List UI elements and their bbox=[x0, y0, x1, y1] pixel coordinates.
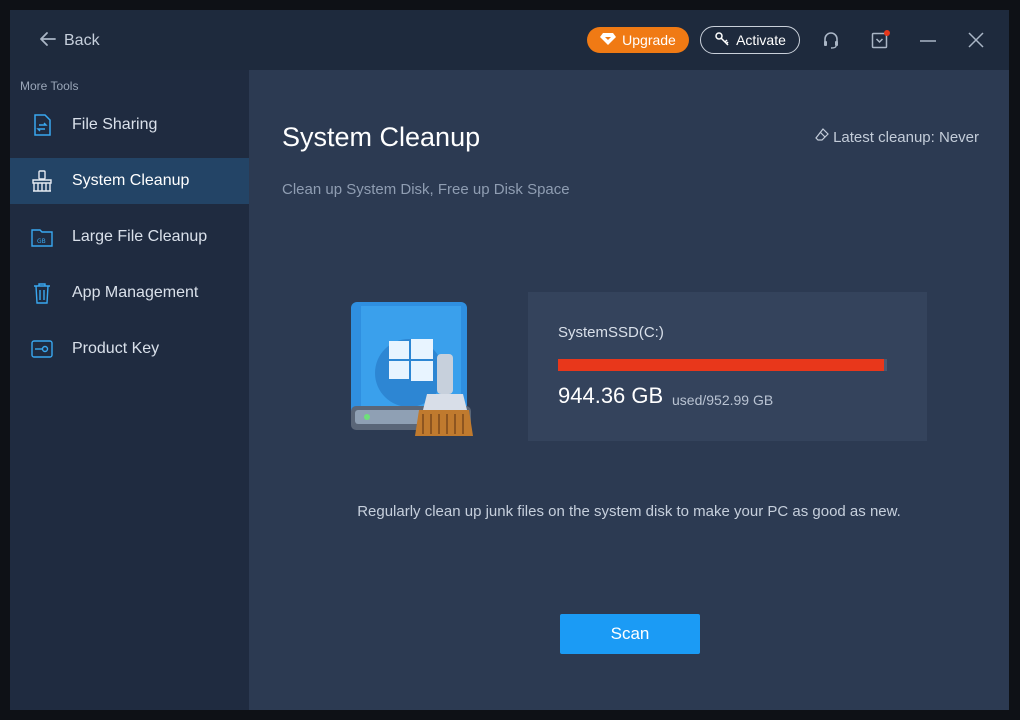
headset-icon[interactable] bbox=[821, 30, 841, 50]
main-panel: System Cleanup Clean up System Disk, Fre… bbox=[249, 70, 1009, 710]
sidebar-item-label: Large File Cleanup bbox=[72, 228, 208, 245]
disk-total-value: used/952.99 GB bbox=[672, 392, 774, 408]
svg-text:GB: GB bbox=[37, 238, 46, 245]
activate-button[interactable]: Activate bbox=[700, 26, 800, 54]
latest-cleanup-label: Latest cleanup: Never bbox=[833, 128, 979, 146]
scan-button[interactable]: Scan bbox=[560, 614, 700, 654]
trash-icon bbox=[30, 281, 54, 305]
sidebar-item-label: App Management bbox=[72, 284, 199, 301]
sidebar-item-label: Product Key bbox=[72, 340, 160, 357]
broom-icon bbox=[30, 169, 54, 193]
sidebar: More Tools File Sharing System Cleanup G… bbox=[10, 70, 249, 710]
sidebar-item-product-key[interactable]: Product Key bbox=[10, 326, 249, 372]
sidebar-item-large-file-cleanup[interactable]: GB Large File Cleanup bbox=[10, 214, 249, 260]
sidebar-item-file-sharing[interactable]: File Sharing bbox=[10, 102, 249, 148]
upgrade-button[interactable]: Upgrade bbox=[587, 27, 689, 53]
close-icon[interactable] bbox=[966, 30, 986, 50]
disk-usage-card: SystemSSD(C:) 944.36 GB used/952.99 GB bbox=[528, 292, 927, 441]
file-sharing-icon bbox=[30, 113, 54, 137]
disk-name: SystemSSD(C:) bbox=[558, 324, 664, 341]
sidebar-section-title: More Tools bbox=[20, 79, 79, 93]
sidebar-item-app-management[interactable]: App Management bbox=[10, 270, 249, 316]
activate-label: Activate bbox=[736, 32, 786, 48]
upgrade-label: Upgrade bbox=[622, 32, 676, 48]
key-icon bbox=[30, 337, 54, 361]
app-window: Back Upgrade Activate More Tools File Sh… bbox=[10, 10, 1009, 710]
disk-cleanup-illustration bbox=[347, 298, 479, 442]
minimize-icon[interactable] bbox=[918, 30, 938, 50]
eraser-icon bbox=[815, 128, 829, 146]
sidebar-item-label: File Sharing bbox=[72, 116, 158, 133]
diamond-icon bbox=[600, 32, 617, 49]
arrow-left-icon bbox=[38, 29, 58, 54]
key-activate-icon bbox=[714, 31, 730, 50]
disk-usage-fill bbox=[558, 359, 885, 371]
download-icon[interactable] bbox=[870, 30, 890, 50]
sidebar-item-system-cleanup[interactable]: System Cleanup bbox=[10, 158, 249, 204]
back-button[interactable]: Back bbox=[38, 28, 100, 54]
disk-usage-bar bbox=[558, 359, 887, 371]
latest-cleanup-status: Latest cleanup: Never bbox=[815, 128, 979, 146]
page-subtitle: Clean up System Disk, Free up Disk Space bbox=[282, 181, 570, 198]
disk-used-value: 944.36 GB bbox=[558, 383, 664, 408]
title-bar: Back Upgrade Activate bbox=[10, 10, 1009, 70]
gb-folder-icon: GB bbox=[30, 225, 54, 249]
page-title: System Cleanup bbox=[282, 122, 481, 152]
back-label: Back bbox=[64, 32, 100, 49]
sidebar-item-label: System Cleanup bbox=[72, 172, 190, 189]
cleanup-hint: Regularly clean up junk files on the sys… bbox=[357, 503, 901, 520]
